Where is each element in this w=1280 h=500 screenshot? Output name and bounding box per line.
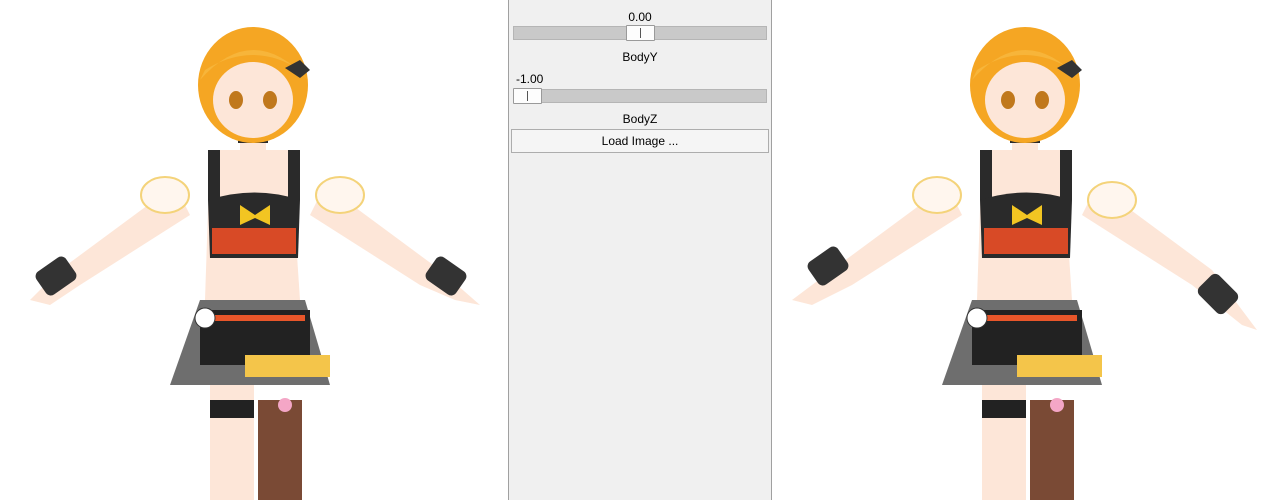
body-z-label: BodyZ	[622, 112, 658, 126]
body-y-slider-value: -1.00	[516, 72, 544, 86]
slider-track[interactable]	[513, 89, 767, 103]
top-slider-value: 0.00	[628, 10, 652, 24]
top-slider[interactable]	[513, 25, 767, 41]
body-y-slider[interactable]	[513, 88, 767, 104]
input-image-view	[0, 0, 508, 500]
slider-thumb[interactable]	[513, 88, 542, 104]
character-figure-right	[792, 27, 1257, 500]
body-y-label: BodyY	[622, 50, 658, 64]
character-figure-left	[30, 27, 480, 500]
load-image-button[interactable]: Load Image ...	[511, 129, 769, 153]
output-image-view	[772, 0, 1280, 500]
slider-thumb[interactable]	[626, 25, 655, 41]
control-panel: 0.00 BodyY -1.00 BodyZ Load Image ...	[508, 0, 772, 500]
